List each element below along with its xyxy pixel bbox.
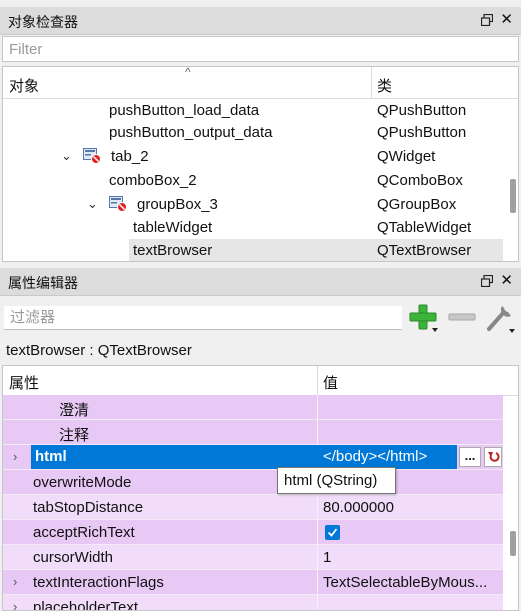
tree-row[interactable]: pushButton_load_data QPushButton bbox=[3, 99, 503, 122]
checkmark-icon bbox=[327, 528, 338, 537]
property-value[interactable]: 1 bbox=[323, 549, 331, 566]
float-panel-icon[interactable] bbox=[481, 275, 493, 287]
property-tooltip: html (QString) bbox=[277, 467, 396, 494]
property-name: tabStopDistance bbox=[33, 499, 144, 516]
reset-arrow-icon bbox=[488, 452, 500, 462]
widget-icon bbox=[83, 148, 101, 164]
property-name: 注释 bbox=[59, 427, 90, 444]
tree-row[interactable]: comboBox_2 QComboBox bbox=[3, 169, 503, 192]
property-row[interactable]: 澄清 bbox=[3, 395, 503, 420]
tree-item-class: QTableWidget bbox=[377, 219, 472, 236]
remove-property-icon[interactable] bbox=[447, 303, 477, 333]
property-table: 属性 值 澄清 注释 › html </body></html> ... ove… bbox=[2, 365, 519, 611]
reset-property-button[interactable] bbox=[484, 447, 502, 467]
close-panel-icon[interactable]: ✕ bbox=[500, 12, 513, 27]
tree-row[interactable]: ⌄ tab_2 QWidget bbox=[3, 145, 503, 168]
tree-item-name: tableWidget bbox=[133, 219, 213, 236]
close-panel-icon[interactable]: ✕ bbox=[500, 273, 513, 288]
property-name: placeholderText bbox=[33, 599, 139, 611]
tree-row[interactable]: tableWidget QTableWidget bbox=[3, 216, 503, 239]
tree-item-class: QComboBox bbox=[377, 172, 463, 189]
column-header-property[interactable]: 属性 bbox=[9, 372, 39, 393]
property-row[interactable]: cursorWidth 1 bbox=[3, 545, 503, 570]
object-tree-scrollbar[interactable] bbox=[510, 179, 516, 213]
tree-item-name: tab_2 bbox=[111, 148, 149, 165]
property-editor-titlebar: 属性编辑器 ✕ bbox=[0, 268, 521, 296]
property-name: acceptRichText bbox=[33, 524, 135, 541]
float-panel-icon[interactable] bbox=[481, 14, 493, 26]
chevron-right-icon[interactable]: › bbox=[13, 574, 17, 589]
edit-html-button[interactable]: ... bbox=[459, 447, 481, 467]
accept-rich-text-checkbox[interactable] bbox=[325, 525, 340, 540]
property-row[interactable]: overwriteMode bbox=[3, 470, 503, 495]
property-row[interactable]: 注释 bbox=[3, 420, 503, 445]
object-filter-input[interactable] bbox=[3, 37, 518, 61]
property-row-selected[interactable]: › html </body></html> ... bbox=[3, 445, 503, 470]
property-name: textInteractionFlags bbox=[33, 574, 164, 591]
column-header-value[interactable]: 值 bbox=[323, 372, 338, 393]
add-property-icon[interactable] bbox=[408, 303, 438, 333]
tree-item-class: QPushButton bbox=[377, 102, 467, 119]
property-name: html bbox=[31, 445, 319, 469]
tree-item-class: QGroupBox bbox=[377, 196, 457, 213]
chevron-down-icon[interactable]: ⌄ bbox=[61, 148, 72, 164]
property-name: overwriteMode bbox=[33, 474, 132, 491]
object-filter-field[interactable] bbox=[2, 36, 519, 62]
tree-item-name: pushButton_load_data bbox=[109, 102, 260, 119]
tree-item-class: QPushButton bbox=[377, 124, 467, 141]
object-class-label: textBrowser : QTextBrowser bbox=[6, 342, 192, 359]
property-row[interactable]: tabStopDistance 80.000000 bbox=[3, 495, 503, 520]
chevron-down-icon[interactable]: ⌄ bbox=[87, 196, 98, 212]
property-table-header: 属性 值 bbox=[3, 366, 518, 396]
column-header-object[interactable]: 对象 bbox=[9, 75, 39, 96]
property-row[interactable]: acceptRichText bbox=[3, 520, 503, 545]
chevron-right-icon[interactable]: › bbox=[13, 449, 17, 464]
tree-row[interactable]: ⌄ groupBox_3 QGroupBox bbox=[3, 193, 503, 216]
object-tree: ^ 对象 类 pushButton_load_data QPushButton … bbox=[2, 66, 519, 262]
property-table-scrollbar[interactable] bbox=[510, 531, 516, 556]
object-inspector-titlebar: 对象检查器 ✕ bbox=[0, 7, 521, 35]
tree-item-name: groupBox_3 bbox=[137, 196, 218, 213]
property-value[interactable]: TextSelectableByMous... bbox=[323, 574, 487, 591]
property-editor-title: 属性编辑器 bbox=[8, 275, 78, 291]
property-value-editor[interactable]: </body></html> bbox=[319, 445, 457, 469]
property-row[interactable]: › textInteractionFlags TextSelectableByM… bbox=[3, 570, 503, 595]
property-row[interactable]: › placeholderText bbox=[3, 595, 503, 611]
property-filter-field[interactable] bbox=[4, 306, 402, 330]
tree-item-class: QWidget bbox=[377, 148, 436, 165]
chevron-right-icon[interactable]: › bbox=[13, 599, 17, 610]
property-filter-input[interactable] bbox=[4, 306, 402, 329]
tree-row-selected[interactable]: textBrowser QTextBrowser bbox=[3, 239, 503, 261]
object-inspector-title: 对象检查器 bbox=[8, 14, 78, 30]
tree-item-name: pushButton_output_data bbox=[109, 124, 273, 141]
column-header-class[interactable]: 类 bbox=[377, 75, 392, 96]
property-name: cursorWidth bbox=[33, 549, 114, 566]
groupbox-icon bbox=[109, 196, 127, 212]
property-value[interactable]: 80.000000 bbox=[323, 499, 394, 516]
property-name: 澄清 bbox=[59, 402, 90, 419]
tree-item-class: QTextBrowser bbox=[377, 242, 472, 259]
configure-icon[interactable] bbox=[484, 302, 516, 334]
sort-indicator-icon: ^ bbox=[185, 66, 191, 79]
object-tree-header: ^ 对象 类 bbox=[3, 67, 518, 99]
tree-item-name: textBrowser bbox=[133, 242, 213, 259]
tree-item-name: comboBox_2 bbox=[109, 172, 197, 189]
tree-row[interactable]: pushButton_output_data QPushButton bbox=[3, 121, 503, 144]
